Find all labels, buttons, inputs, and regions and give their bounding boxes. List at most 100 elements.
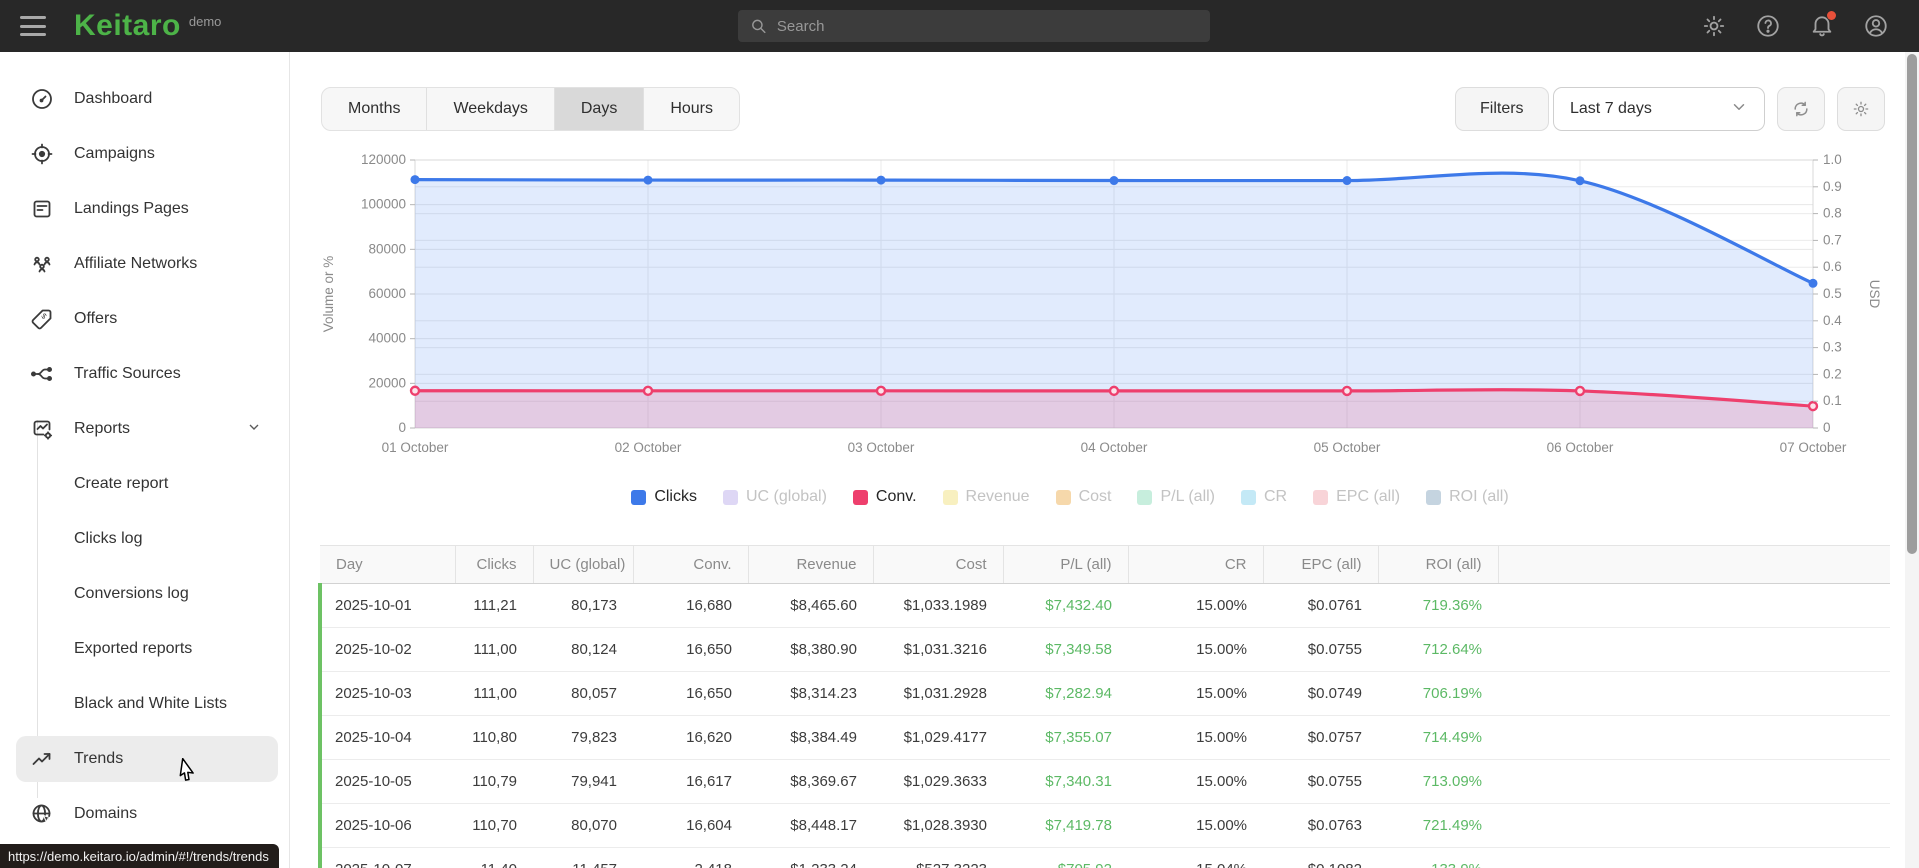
trends-icon [30,747,54,771]
table-row[interactable]: 2025-10-06 110,70 80,070 16,604 $8,448.17 $1,… [318,803,1890,848]
cell-p-l-all: $7,349.58 [1003,627,1128,672]
tab-months[interactable]: Months [322,88,428,130]
cell-filler [1498,583,1890,628]
cell-revenue: $8,380.90 [748,627,873,672]
svg-text:0.2: 0.2 [1823,366,1842,381]
column-header-uc-global[interactable]: UC (global) [533,545,634,584]
tab-hours[interactable]: Hours [644,88,739,130]
search-input[interactable] [776,17,1198,35]
dashboard-icon [30,87,54,111]
hamburger-menu-icon[interactable] [20,16,46,36]
column-header-day[interactable]: Day [320,545,456,584]
page-scrollbar[interactable] [1905,52,1919,868]
legend-item-epc-all[interactable]: EPC (all) [1313,488,1400,506]
user-icon[interactable] [1863,13,1889,39]
column-header-clicks[interactable]: Clicks [455,545,534,584]
legend-item-revenue[interactable]: Revenue [942,488,1030,506]
sidebar-item-conversions-log[interactable]: Conversions log [16,571,278,617]
cell-clicks: 111,00 [455,627,533,672]
column-header-epc-all[interactable]: EPC (all) [1263,545,1379,584]
column-header-revenue[interactable]: Revenue [748,545,874,584]
cell-clicks: 11,40 [455,847,533,868]
chart-legend: Clicks UC (global) Conv. Revenue Cost P/L (al… [300,488,1840,506]
cell-p-l-all: $705.92 [1003,847,1128,868]
sidebar-item-label: Exported reports [74,640,193,657]
sidebar-item-affiliate-networks[interactable]: Affiliate Networks [16,241,278,287]
column-header-p-l-all[interactable]: P/L (all) [1003,545,1129,584]
column-header-roi-all[interactable]: ROI (all) [1378,545,1499,584]
legend-label: Clicks [654,488,697,505]
column-header-cost[interactable]: Cost [873,545,1004,584]
svg-text:0: 0 [398,420,406,435]
sidebar-item-campaigns[interactable]: Campaigns [16,131,278,177]
sidebar-item-dashboard[interactable]: Dashboard [16,76,278,122]
svg-text:06 October: 06 October [1547,440,1614,455]
global-search[interactable] [738,10,1210,42]
table-row[interactable]: 2025-10-02 111,00 80,124 16,650 $8,380.90 $1,… [318,627,1890,672]
cell-filler [1498,759,1890,804]
svg-text:0.8: 0.8 [1823,206,1842,221]
cell-cr: 15.00% [1128,627,1263,672]
cell-uc-global: 80,173 [533,583,633,628]
chevron-down-icon [1730,98,1748,121]
sidebar-item-traffic-sources[interactable]: Traffic Sources [16,351,278,397]
bell-icon[interactable] [1809,11,1836,39]
scrollbar-thumb[interactable] [1907,54,1917,554]
cell-uc-global: 80,070 [533,803,633,848]
cell-p-l-all: $7,340.31 [1003,759,1128,804]
legend-label: Cost [1078,488,1112,505]
cell-cost: $527.3223 [873,847,1003,868]
legend-item-cr[interactable]: CR [1241,488,1287,506]
table-row[interactable]: 2025-10-04 110,80 79,823 16,620 $8,384.49 $1,… [318,715,1890,760]
cell-clicks: 110,79 [455,759,533,804]
legend-swatch [1137,489,1153,505]
legend-label: Conv. [875,488,917,505]
sidebar-item-create-report[interactable]: Create report [16,461,278,507]
table-row[interactable]: 2025-10-0711,4011,4572,418$1,233.24$527.… [318,847,1890,868]
table-header-row: Day Clicks UC (global) Conv. Revenue Cost P/L … [320,545,1890,584]
cell-cost: $1,031.3216 [873,627,1003,672]
table-row[interactable]: 2025-10-05 110,79 79,941 16,617 $8,369.67 $1,… [318,759,1890,804]
sidebar-item-reports[interactable]: Reports [16,406,278,452]
cell-conv: 16,650 [633,627,748,672]
cell-p-l-all: $7,355.07 [1003,715,1128,760]
cell-clicks: 111,00 [455,671,533,716]
column-header-conv[interactable]: Conv. [633,545,749,584]
keitaro-logo[interactable]: Keitaro [74,9,181,43]
notification-dot [1827,11,1836,20]
legend-item-conv[interactable]: Conv. [852,488,917,506]
legend-item-cost[interactable]: Cost [1055,488,1112,506]
svg-text:0.9: 0.9 [1823,179,1842,194]
legend-item-uc-global[interactable]: UC (global) [722,488,827,506]
sidebar-item-exported-reports[interactable]: Exported reports [16,626,278,672]
cell-cost: $1,031.2928 [873,671,1003,716]
sidebar-item-offers[interactable]: $ Offers [16,296,278,342]
legend-item-p-l-all[interactable]: P/L (all) [1137,488,1215,506]
cell-cost: $1,029.4177 [873,715,1003,760]
sidebar-item-domains[interactable]: Domains [16,791,278,837]
column-header-cr[interactable]: CR [1128,545,1264,584]
sidebar-item-trends[interactable]: Trends [16,736,278,782]
table-row[interactable]: 2025-10-03 111,00 80,057 16,650 $8,314.23 $1,… [318,671,1890,716]
demo-badge: demo [188,13,222,29]
cell-filler [1498,847,1890,868]
sidebar-item-label: Trends [74,750,124,767]
cell-revenue: $8,369.67 [748,759,873,804]
svg-text:1.0: 1.0 [1823,152,1842,167]
sidebar-item-black-and-white-lists[interactable]: Black and White Lists [16,681,278,727]
legend-item-clicks[interactable]: Clicks [631,488,697,506]
reports-icon [30,417,54,441]
cell-roi-all: 719.36% [1378,583,1498,628]
svg-text:0.4: 0.4 [1823,313,1842,328]
sidebar-item-clicks-log[interactable]: Clicks log [16,516,278,562]
cell-cr: 15.04% [1128,847,1263,868]
gear-icon[interactable] [1701,13,1727,39]
trends-table: Day Clicks UC (global) Conv. Revenue Cost P/L … [318,545,1890,868]
tab-days[interactable]: Days [554,88,645,130]
legend-item-roi-all[interactable]: ROI (all) [1426,488,1509,506]
table-row[interactable]: 2025-10-01 111,21 80,173 16,680 $8,465.60 $1,… [318,583,1890,628]
sidebar-item-label: Domains [74,805,138,822]
help-icon[interactable] [1755,13,1781,39]
tab-weekdays[interactable]: Weekdays [427,88,555,130]
sidebar-item-landings-pages[interactable]: Landings Pages [16,186,278,232]
